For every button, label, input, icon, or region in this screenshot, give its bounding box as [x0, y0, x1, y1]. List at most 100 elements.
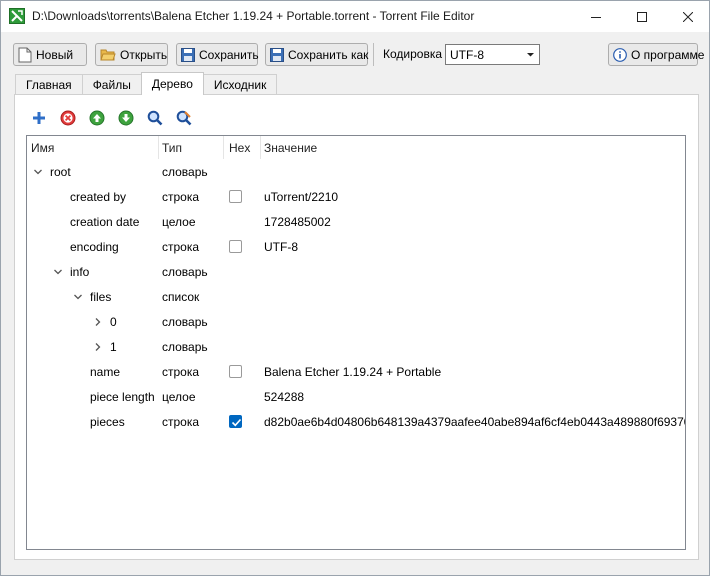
info-icon [613, 47, 627, 62]
chevron-down-icon[interactable] [53, 266, 63, 276]
header-divider [223, 136, 224, 159]
new-file-icon [18, 47, 32, 62]
encoding-select[interactable]: UTF-8 [445, 44, 540, 65]
chevron-down-icon[interactable] [73, 291, 83, 301]
header-divider [158, 136, 159, 159]
save-as-button-label: Сохранить как [288, 47, 369, 62]
tree-row-value: 1728485002 [264, 215, 331, 229]
tree-row[interactable]: files список [27, 284, 685, 309]
encoding-value: UTF-8 [450, 47, 484, 62]
tree-row[interactable]: encoding строка UTF-8 [27, 234, 685, 259]
open-button-label: Открыть [120, 47, 168, 62]
move-up-icon [89, 110, 105, 126]
tree-header: Имя Тип Hex Значение [27, 136, 685, 159]
chevron-down-icon[interactable] [33, 166, 43, 176]
tree-row-value: uTorrent/2210 [264, 190, 339, 204]
hex-checkbox[interactable] [229, 365, 242, 378]
tree-row-type: строка [162, 365, 200, 379]
search-icon [147, 110, 163, 126]
app-window: D:\Downloads\torrents\Balena Etcher 1.19… [0, 0, 710, 576]
save-button-label: Сохранить [199, 47, 259, 62]
title-bar[interactable]: D:\Downloads\torrents\Balena Etcher 1.19… [1, 1, 709, 32]
tree-row[interactable]: 1 словарь [27, 334, 685, 359]
move-down-button[interactable] [116, 108, 136, 128]
tree-row-name: encoding [70, 240, 119, 254]
minimize-button[interactable] [573, 1, 619, 32]
tree-row-name: files [90, 290, 112, 304]
tree-tab-panel: Имя Тип Hex Значение root словарь created … [14, 94, 699, 560]
column-name-header[interactable]: Имя [31, 141, 54, 155]
tree-row-value: d82b0ae6b4d04806b648139a4379aafee40abe89… [264, 415, 686, 429]
move-down-icon [118, 110, 134, 126]
column-type-header[interactable]: Тип [162, 141, 182, 155]
tab-tree[interactable]: Дерево [140, 72, 204, 95]
close-icon [683, 11, 693, 22]
floppy-save-as-icon [270, 47, 284, 62]
new-button[interactable]: Новый [13, 43, 87, 66]
chevron-right-icon[interactable] [93, 316, 103, 326]
save-button[interactable]: Сохранить [176, 43, 259, 66]
column-value-header[interactable]: Значение [264, 141, 317, 155]
close-button[interactable] [665, 1, 710, 32]
open-button[interactable]: Открыть [95, 43, 168, 66]
tree-row-value: UTF-8 [264, 240, 298, 254]
tree-row[interactable]: root словарь [27, 159, 685, 184]
tree-row-type: словарь [162, 165, 208, 179]
tree-row[interactable]: creation date целое 1728485002 [27, 209, 685, 234]
column-hex-header[interactable]: Hex [229, 141, 250, 155]
tree-row-type: целое [162, 390, 196, 404]
save-as-button[interactable]: Сохранить как [265, 43, 368, 66]
checkmark-icon [231, 418, 242, 427]
tree-row-value: 524288 [264, 390, 305, 404]
tab-main[interactable]: Главная [15, 74, 83, 95]
tree-row-value: Balena Etcher 1.19.24 + Portable [264, 365, 442, 379]
tree-row[interactable]: piece length целое 524288 [27, 384, 685, 409]
tree-row-name: created by [70, 190, 127, 204]
encoding-label: Кодировка [383, 47, 443, 61]
about-button[interactable]: О программе [608, 43, 704, 66]
tree-row[interactable]: name строка Balena Etcher 1.19.24 + Portab… [27, 359, 685, 384]
remove-button[interactable] [58, 108, 78, 128]
hex-checkbox[interactable] [229, 240, 242, 253]
main-toolbar: Новый Открыть Сохранить Сохранить как Ко… [1, 32, 709, 76]
tree-view[interactable]: Имя Тип Hex Значение root словарь created … [26, 135, 686, 550]
tree-toolbar [29, 108, 194, 128]
remove-icon [60, 110, 76, 126]
add-button[interactable] [29, 108, 49, 128]
search-button[interactable] [145, 108, 165, 128]
maximize-button[interactable] [619, 1, 665, 32]
header-divider [260, 136, 261, 159]
tab-source[interactable]: Исходник [202, 74, 278, 95]
tree-row-type: строка [162, 240, 200, 254]
chevron-right-icon[interactable] [93, 341, 103, 351]
minimize-icon [591, 16, 601, 18]
search-replace-icon [176, 110, 192, 126]
tree-row-type: словарь [162, 315, 208, 329]
hex-checkbox[interactable] [229, 190, 242, 203]
tree-row-name: pieces [90, 415, 125, 429]
tree-row[interactable]: 0 словарь [27, 309, 685, 334]
tree-row-type: словарь [162, 265, 208, 279]
about-button-label: О программе [631, 47, 705, 62]
floppy-save-icon [181, 47, 195, 62]
tree-row-name: piece length [90, 390, 155, 404]
app-logo-icon [9, 8, 25, 24]
tree-row-name: 0 [110, 315, 117, 329]
search-replace-button[interactable] [174, 108, 194, 128]
new-button-label: Новый [36, 47, 74, 62]
tree-row[interactable]: pieces строка d82b0ae6b4d04806b648139a4379… [27, 409, 685, 434]
hex-checkbox[interactable] [229, 415, 242, 428]
tree-row-type: словарь [162, 340, 208, 354]
tree-row-name: name [90, 365, 121, 379]
move-up-button[interactable] [87, 108, 107, 128]
tree-row-name: creation date [70, 215, 140, 229]
tree-row-type: строка [162, 190, 200, 204]
tree-row[interactable]: info словарь [27, 259, 685, 284]
tree-row[interactable]: created by строка uTorrent/2210 [27, 184, 685, 209]
window-title: D:\Downloads\torrents\Balena Etcher 1.19… [32, 9, 475, 23]
maximize-icon [637, 11, 647, 22]
tree-row-name: 1 [110, 340, 117, 354]
toolbar-separator [373, 43, 374, 66]
tree-row-type: строка [162, 415, 200, 429]
tab-files[interactable]: Файлы [81, 74, 142, 95]
